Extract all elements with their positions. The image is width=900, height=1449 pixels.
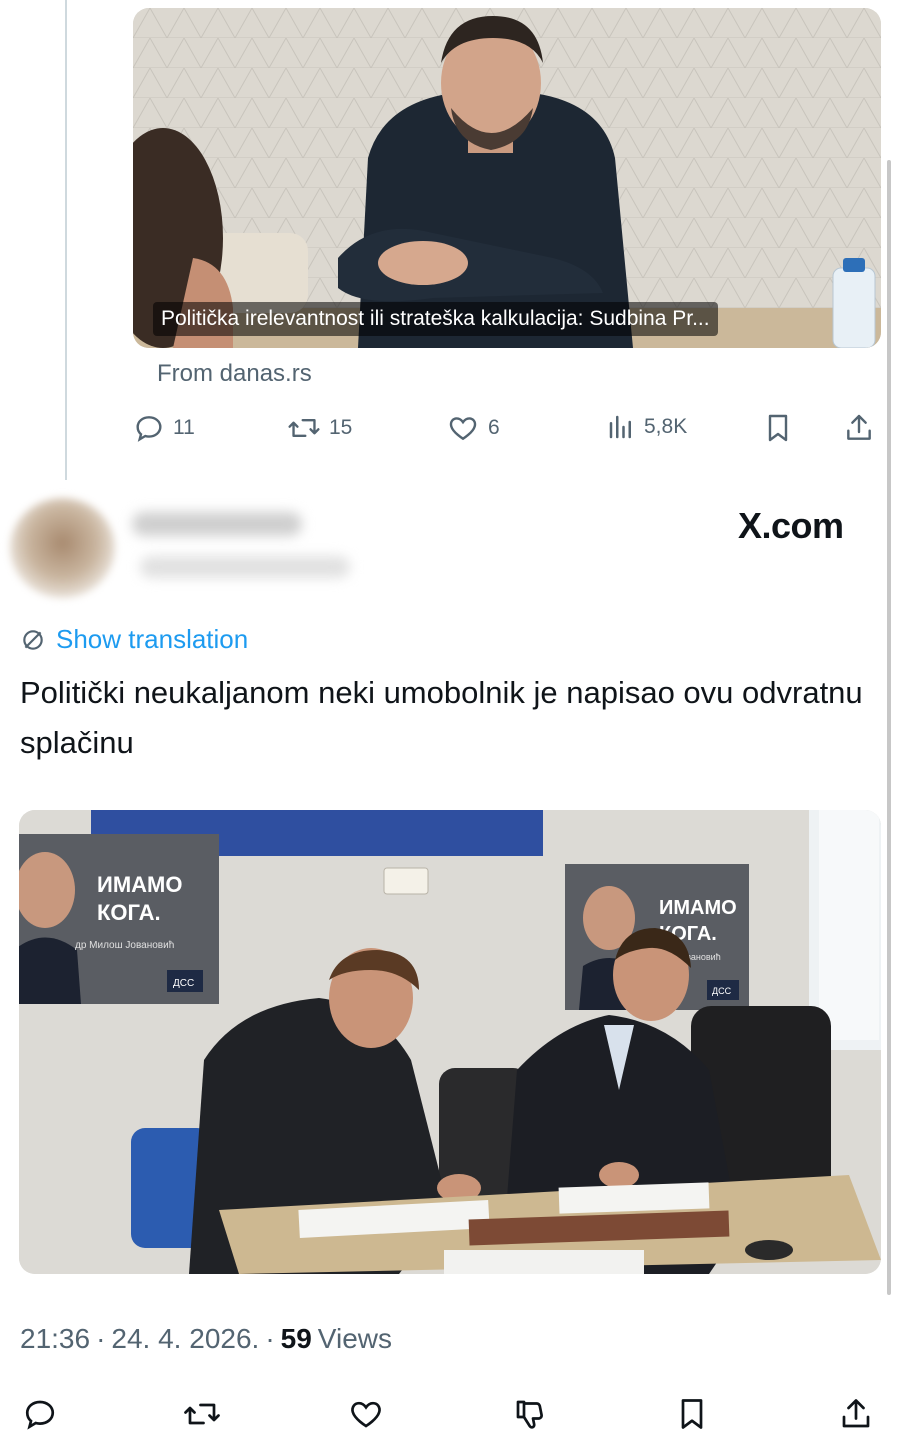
link-card-image[interactable]: Politička irelevantnost ili strateška ka…: [133, 8, 881, 348]
views-button[interactable]: 5,8K: [606, 412, 687, 442]
tweet-date[interactable]: 24. 4. 2026.: [111, 1323, 259, 1355]
like-count: 6: [488, 416, 500, 439]
downvote-button[interactable]: [512, 1396, 548, 1432]
heart-icon: [449, 417, 477, 441]
bookmark-icon: [681, 1399, 703, 1429]
link-card-title: Politička irelevantnost ili strateška ka…: [153, 302, 718, 336]
tweet-meta: 21:36 · 24. 4. 2026. · 59 Views: [20, 1323, 392, 1355]
reply-count: 11: [173, 416, 195, 439]
tweet-photo[interactable]: ИМАМО КОГА. др Милош Јовановић ДСС ИМАМО…: [19, 810, 881, 1274]
tweet-view-count: 59: [280, 1323, 312, 1354]
views-count: 5,8K: [644, 415, 688, 438]
poster-right-party: ДСС: [712, 986, 732, 996]
poster-left-headline-1: ИМАМО: [97, 872, 182, 897]
tweet-author[interactable]: [0, 488, 380, 613]
bookmark-icon: [768, 414, 788, 442]
reply-icon: [136, 416, 162, 442]
poster-left-name: др Милош Јовановић: [75, 940, 174, 951]
translate-icon: [23, 629, 43, 650]
downvote-icon: [516, 1400, 543, 1429]
reply-icon: [25, 1400, 55, 1430]
share-icon: [842, 1399, 870, 1428]
poster-right-headline-1: ИМАМО: [659, 897, 737, 919]
show-translation-label: Show translation: [56, 624, 249, 654]
repost-icon: [184, 1403, 220, 1425]
repost-icon: [288, 418, 320, 438]
like-button[interactable]: [347, 1396, 385, 1432]
reply-button[interactable]: 11: [133, 412, 195, 444]
share-button[interactable]: [838, 1396, 874, 1432]
x-com-watermark: X.com: [738, 505, 844, 546]
scrollbar[interactable]: [887, 160, 891, 1295]
link-card-source[interactable]: From danas.rs: [157, 360, 312, 388]
share-icon: [847, 414, 871, 440]
heart-icon: [351, 1401, 381, 1428]
repost-count: 15: [329, 416, 353, 439]
bookmark-button[interactable]: [764, 412, 792, 444]
author-handle-blurred: [140, 556, 350, 578]
like-button[interactable]: 6: [446, 412, 500, 444]
poster-left-headline-2: КОГА.: [97, 900, 161, 925]
bookmark-button[interactable]: [676, 1396, 708, 1432]
tweet-time[interactable]: 21:36: [20, 1323, 90, 1355]
analytics-icon: [609, 415, 631, 439]
show-translation-link[interactable]: Show translation: [20, 624, 248, 655]
tweet-text: Politički neukaljanom neki umobolnik je …: [20, 675, 863, 760]
thread-line: [65, 0, 67, 480]
signing-photo: ИМАМО КОГА. др Милош Јовановић ДСС ИМАМО…: [19, 810, 881, 1274]
poster-left-party: ДСС: [173, 978, 194, 989]
share-button[interactable]: [843, 412, 875, 444]
tweet-views-label: Views: [317, 1323, 392, 1354]
author-name-blurred: [132, 512, 302, 536]
interview-photo: [133, 8, 881, 348]
repost-button[interactable]: 15: [287, 412, 352, 444]
reply-button[interactable]: [22, 1396, 58, 1432]
avatar[interactable]: [10, 498, 115, 598]
repost-button[interactable]: [182, 1396, 222, 1432]
